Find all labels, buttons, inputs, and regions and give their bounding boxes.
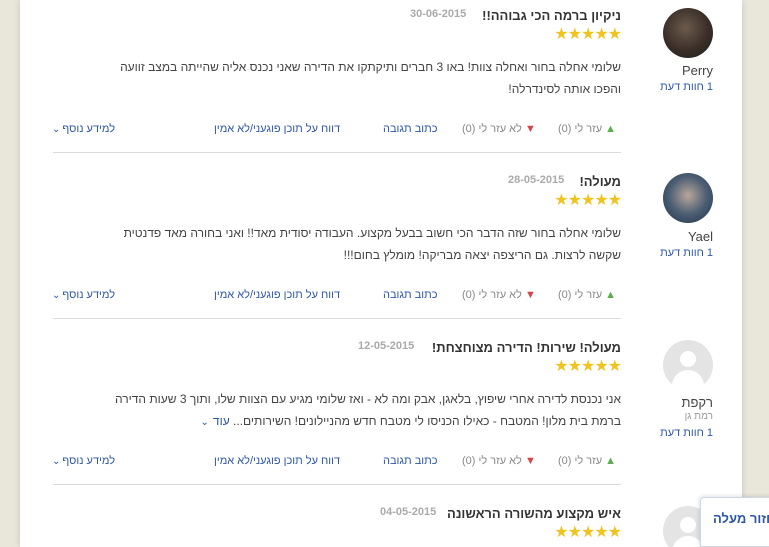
review-date: 12-05-2015 [358, 340, 415, 352]
reviewer-review-count[interactable]: 1 חוות דעת [660, 81, 713, 93]
report-link[interactable]: דווח על תוכן פוגעני/לא אמין [214, 455, 340, 467]
star-rating: ★★★★★ [554, 358, 622, 375]
reply-link[interactable]: כתוב תגובה [383, 455, 438, 467]
reply-link[interactable]: כתוב תגובה [383, 123, 438, 135]
helpful-label: עזר לי (0) [558, 455, 603, 467]
chevron-down-icon: ⌄ [52, 290, 61, 301]
helpful-button[interactable]: עזר לי (0) ▲ [558, 123, 616, 135]
back-to-top-button[interactable]: חזור מעלה [700, 497, 769, 547]
review-title: מעולה! שירות! הדירה מצוחצחת! [431, 340, 621, 355]
report-link[interactable]: דווח על תוכן פוגעני/לא אמין [214, 289, 340, 301]
review-text-line: ברמת בית מלון! המטבח - כאילו הכניסו לי מ… [51, 410, 621, 434]
thumbs-down-icon: ▼ [524, 289, 536, 301]
reply-link[interactable]: כתוב תגובה [383, 289, 438, 301]
not-helpful-label: לא עזר לי (0) [462, 123, 522, 135]
thumbs-down-icon: ▼ [524, 123, 536, 135]
divider [53, 318, 621, 319]
reviewer-name[interactable]: Perry [682, 63, 713, 78]
reviewer-review-count[interactable]: 1 חוות דעת [660, 247, 713, 259]
review-title: מעולה! [579, 174, 621, 189]
not-helpful-button[interactable]: לא עזר לי (0) ▼ [462, 289, 536, 301]
read-more-link[interactable]: עוד [213, 414, 230, 428]
helpful-label: עזר לי (0) [558, 123, 603, 135]
more-info-link[interactable]: ⌄ למידע נוסף [52, 289, 115, 301]
report-link[interactable]: דווח על תוכן פוגעני/לא אמין [214, 123, 340, 135]
chevron-down-icon[interactable]: ⌄ [201, 412, 209, 434]
more-info-label: למידע נוסף [62, 455, 116, 467]
star-rating: ★★★★★ [554, 192, 622, 209]
more-info-label: למידע נוסף [62, 123, 116, 135]
reviewer-name[interactable]: Yael [688, 229, 713, 244]
thumbs-up-icon: ▲ [605, 455, 617, 467]
review-text: שלומי אחלה בחור ואחלה צוות! באו 3 חברים … [51, 56, 621, 100]
more-info-label: למידע נוסף [62, 289, 116, 301]
review-text: שלומי אחלה בחור שזה הדבר הכי חשוב בבעל מ… [51, 222, 621, 266]
review-text: אני נכנסת לדירה אחרי שיפוץ, בלאגן, אבק ו… [51, 388, 621, 434]
review-text-line: והפכו אותה לסינדרלה! [508, 82, 621, 96]
not-helpful-label: לא עזר לי (0) [462, 455, 522, 467]
review-text-line: שלומי אחלה בחור ואחלה צוות! באו 3 חברים … [120, 60, 621, 74]
reviewer-name[interactable]: רקפת [681, 395, 713, 410]
review-text-line: שלומי אחלה בחור שזה הדבר הכי חשוב בבעל מ… [123, 226, 621, 240]
reviews-panel: Perry 1 חוות דעת ניקיון ברמה הכי גבוהה!!… [20, 0, 742, 547]
review-actions: ⌄ למידע נוסף דווח על תוכן פוגעני/לא אמין … [50, 289, 622, 303]
helpful-button[interactable]: עזר לי (0) ▲ [558, 289, 616, 301]
divider [53, 484, 621, 485]
review-actions: ⌄ למידע נוסף דווח על תוכן פוגעני/לא אמין … [50, 123, 622, 137]
more-info-link[interactable]: ⌄ למידע נוסף [52, 123, 115, 135]
review-text-line: אני נכנסת לדירה אחרי שיפוץ, בלאגן, אבק ו… [114, 392, 621, 406]
not-helpful-label: לא עזר לי (0) [462, 289, 522, 301]
back-to-top-label: חזור מעלה [713, 511, 769, 526]
chevron-down-icon: ⌄ [52, 124, 61, 135]
chevron-down-icon: ⌄ [52, 456, 61, 467]
review-date: 04-05-2015 [380, 506, 437, 518]
not-helpful-button[interactable]: לא עזר לי (0) ▼ [462, 123, 536, 135]
review-date: 28-05-2015 [508, 174, 565, 186]
thumbs-down-icon: ▼ [524, 455, 536, 467]
review-text-excerpt: ברמת בית מלון! המטבח - כאילו הכניסו לי מ… [233, 414, 621, 428]
reviewer-review-count[interactable]: 1 חוות דעת [660, 427, 713, 439]
helpful-button[interactable]: עזר לי (0) ▲ [558, 455, 616, 467]
star-rating: ★★★★★ [554, 524, 622, 541]
avatar[interactable] [663, 173, 713, 223]
divider [53, 152, 621, 153]
avatar[interactable] [663, 340, 713, 390]
thumbs-up-icon: ▲ [605, 289, 617, 301]
more-info-link[interactable]: ⌄ למידע נוסף [52, 455, 115, 467]
review-date: 30-06-2015 [410, 8, 467, 20]
avatar[interactable] [663, 8, 713, 58]
not-helpful-button[interactable]: לא עזר לי (0) ▼ [462, 455, 536, 467]
review-text-line: שקשה לרצות. גם הריצפה יצאה מבריקה! מומלץ… [343, 248, 621, 262]
helpful-label: עזר לי (0) [558, 289, 603, 301]
review-title: איש מקצוע מהשורה הראשונה [447, 506, 621, 521]
thumbs-up-icon: ▲ [605, 123, 617, 135]
star-rating: ★★★★★ [554, 26, 622, 43]
reviewer-location: רמת גן [684, 411, 713, 422]
review-title: ניקיון ברמה הכי גבוהה!! [482, 8, 621, 23]
review-actions: ⌄ למידע נוסף דווח על תוכן פוגעני/לא אמין … [50, 455, 622, 469]
